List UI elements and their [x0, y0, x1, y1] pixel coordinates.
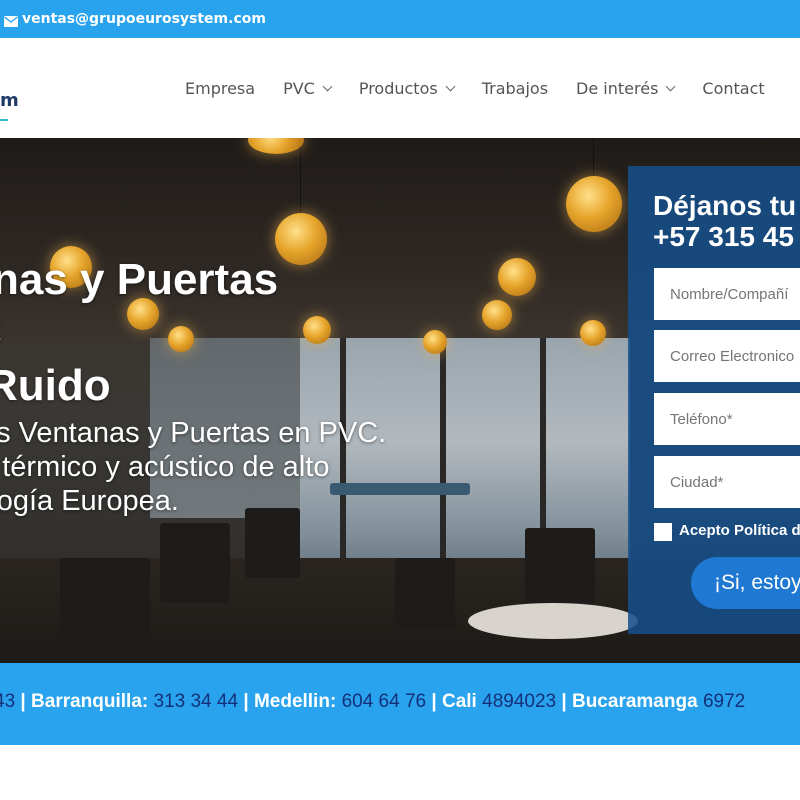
nav-item-label: Contact: [702, 78, 765, 98]
email-field[interactable]: [654, 330, 800, 382]
chevron-down-icon: [665, 81, 676, 91]
pendant-lamp: [566, 176, 622, 232]
lounge-chair: [245, 508, 300, 578]
hero-copy: nas y Puertas C Ruido os Ventanas y Puer…: [0, 253, 406, 518]
hero-title: nas y Puertas C Ruido: [0, 253, 406, 412]
site-logo[interactable]: m: [0, 90, 19, 111]
pendant-lamp: [423, 330, 447, 354]
pendant-wire: [300, 138, 301, 218]
pendant-wire: [593, 138, 594, 178]
nav-item-contacto[interactable]: Contact: [702, 79, 764, 98]
nav-item-label: PVC: [283, 78, 315, 98]
separator: |: [431, 691, 442, 712]
hero-subtitle: os Ventanas y Puertas en PVC. to térmico…: [0, 416, 406, 518]
phone-field[interactable]: [654, 393, 800, 445]
hero-subtitle-line: to térmico y acústico de alto: [0, 451, 330, 483]
hero-title-line: Ruido: [0, 361, 111, 410]
contact-email-link[interactable]: ventas@grupoeurosystem.com: [22, 11, 266, 27]
nav-item-productos[interactable]: Productos: [358, 78, 456, 98]
city-label: Cali: [441, 691, 477, 712]
phone-number[interactable]: 313 34 44: [154, 691, 239, 712]
city-label: Barranquilla:: [31, 691, 149, 712]
lounge-chair: [525, 528, 595, 603]
pendant-lamp: [482, 300, 512, 330]
nav-item-empresa[interactable]: Empresa: [185, 79, 255, 98]
privacy-policy-checkbox[interactable]: [654, 523, 672, 541]
nav-item-label: Empresa: [185, 78, 256, 98]
lounge-chair: [60, 558, 150, 648]
top-contact-bar: ventas@grupoeurosystem.com: [0, 0, 800, 38]
pendant-lamp: [580, 320, 606, 346]
phone-numbers-strip: 43 | Barranquilla: 313 34 44 | Medellin:…: [0, 663, 800, 745]
chevron-down-icon: [322, 81, 333, 91]
form-title-line: Déjanos tu: [653, 190, 797, 221]
separator: |: [561, 691, 572, 712]
phone-number[interactable]: 6972: [703, 691, 745, 712]
name-company-field[interactable]: [654, 268, 800, 320]
nav-item-trabajos[interactable]: Trabajos: [482, 79, 548, 98]
chevron-down-icon: [445, 81, 456, 91]
submit-button[interactable]: ¡Si, estoy: [691, 557, 800, 609]
nav-item-de-interes[interactable]: De interés: [576, 78, 676, 98]
city-field[interactable]: [654, 456, 800, 508]
pendant-lamp: [498, 258, 536, 296]
hero-subtitle-line: os Ventanas y Puertas en PVC.: [0, 417, 387, 449]
form-title: Déjanos tu +57 315 45: [653, 190, 796, 252]
hero-subtitle-line: nología Europea.: [0, 485, 179, 517]
contact-form-panel: Déjanos tu +57 315 45 Acepto Política d …: [628, 166, 800, 634]
site-header: m Empresa PVC Productos Trabajos De inte…: [0, 38, 800, 138]
form-phone: +57 315 45: [653, 221, 794, 252]
nav-item-label: Productos: [358, 78, 438, 98]
phone-numbers-line: 43 | Barranquilla: 313 34 44 | Medellin:…: [0, 691, 745, 713]
city-label: Medellin:: [253, 691, 337, 712]
envelope-icon: [4, 15, 18, 27]
city-label: Bucaramanga: [571, 691, 698, 712]
nav-item-pvc[interactable]: PVC: [283, 78, 333, 98]
lounge-chair: [395, 558, 455, 628]
lounge-chair: [160, 523, 230, 603]
separator: |: [20, 691, 32, 712]
phone-number[interactable]: 43: [0, 691, 15, 712]
nav-item-label: Trabajos: [481, 78, 549, 98]
lounge-table: [468, 603, 638, 639]
hero-title-line: C: [0, 306, 376, 359]
main-nav: Empresa PVC Productos Trabajos De interé…: [185, 38, 793, 138]
hero-title-line: nas y Puertas: [0, 255, 279, 304]
logo-underline: [0, 119, 8, 121]
phone-number[interactable]: 604 64 76: [342, 691, 427, 712]
privacy-policy-label[interactable]: Acepto Política d: [679, 522, 800, 539]
separator: |: [243, 691, 254, 712]
phone-number[interactable]: 4894023: [482, 691, 556, 712]
nav-item-label: De interés: [576, 78, 659, 98]
